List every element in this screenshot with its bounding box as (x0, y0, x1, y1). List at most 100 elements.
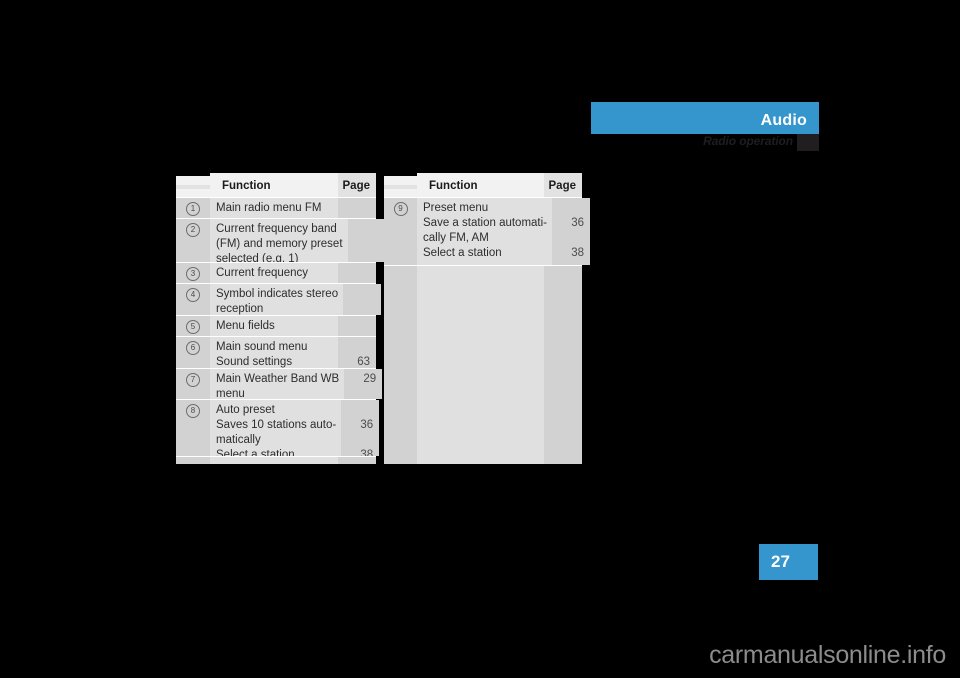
section-thumb-marker (797, 134, 819, 151)
row-page-cell: 36 38 (552, 198, 591, 265)
table-row: 4 Symbol indicates stereo reception (176, 283, 382, 315)
function-line: cally FM, AM (423, 232, 489, 244)
row-index-cell: 6 (176, 336, 210, 368)
filler-index-cell (384, 266, 417, 464)
circled-number-icon: 6 (186, 340, 200, 355)
row-index-cell: 7 (176, 368, 210, 400)
page-reference: 36 (360, 419, 374, 432)
function-line: Select a station (423, 247, 502, 259)
function-line: (FM) and memory preset (216, 238, 343, 250)
function-line: Preset menu (423, 202, 489, 214)
row-function-cell: Main Weather Band WB menu (210, 368, 345, 400)
row-page-cell (347, 219, 386, 263)
row-page-cell: 36 38 (341, 400, 380, 461)
row-page-cell (343, 284, 382, 315)
page-reference: 36 (571, 217, 585, 229)
page-line-empty (552, 201, 584, 216)
page-title: Audio (760, 112, 807, 129)
filler-page-cell (544, 266, 582, 464)
page-line-empty (341, 403, 373, 418)
circled-number-icon: 5 (186, 319, 200, 334)
function-line: Saves 10 stations auto- (216, 419, 337, 432)
page-number-badge: 27 (759, 544, 818, 580)
circled-number-icon: 4 (186, 288, 200, 303)
column-header-index (176, 184, 210, 189)
table-header-row: Function Page (384, 172, 582, 201)
table-row: 1 Main radio menu FM (176, 197, 376, 218)
table-header-row: Function Page (176, 172, 376, 201)
page-line-empty (348, 237, 380, 252)
section-subtitle: Radio operation (591, 134, 819, 151)
table-filler (176, 455, 376, 464)
function-line: Auto preset (216, 404, 275, 417)
function-line: Symbol indicates stereo (216, 288, 339, 301)
row-index-cell: 5 (176, 315, 210, 336)
filler-page-cell (338, 456, 376, 464)
row-function-cell: Auto preset Saves 10 stations auto-matica… (210, 400, 342, 461)
table-row: 7 Main Weather Band WB menu 29 (176, 367, 383, 400)
table-row: 3 Current frequency (176, 262, 376, 284)
reference-table-right: Function Page 9 Preset menu Save a station a… (384, 172, 591, 464)
function-line: Current frequency (216, 267, 309, 280)
row-index-cell: 9 (384, 198, 417, 265)
circled-number-icon: 9 (393, 202, 408, 216)
function-line: Main Weather Band WB (216, 372, 340, 385)
circled-number-icon: 2 (186, 223, 200, 237)
audio-header-band: Audio (591, 102, 819, 134)
function-line: Main sound menu (216, 340, 308, 353)
table-row: 2 Current frequency band (FM) and memory p… (176, 218, 386, 265)
row-function-cell: Main sound menu Sound settings (210, 336, 338, 368)
row-function-cell: Symbol indicates stereo reception (210, 284, 344, 315)
row-page-cell (338, 263, 376, 284)
column-header-page-label: Page (548, 179, 577, 192)
watermark: carmanualsonline.info (709, 641, 946, 669)
filler-index-cell (176, 456, 210, 464)
table-row: 8 Auto preset Saves 10 stations auto-matic… (176, 399, 380, 461)
row-index-cell: 4 (176, 284, 210, 315)
circled-number-icon: 3 (186, 267, 200, 282)
row-index-cell: 3 (176, 263, 210, 284)
page-line-empty (338, 319, 370, 334)
page-line-empty (338, 340, 370, 355)
function-line: matically (216, 434, 261, 447)
row-function-cell: Preset menu Save a station automati-cally… (417, 198, 553, 265)
page-line-empty (341, 433, 373, 448)
circled-number-icon: 8 (186, 404, 200, 419)
page-line-empty (343, 287, 375, 302)
row-index-cell: 2 (176, 219, 210, 263)
circled-number-icon: 7 (186, 372, 200, 387)
function-line: Save a station automati- (423, 217, 548, 229)
row-page-cell: 63 (338, 336, 376, 368)
page-line-empty (338, 266, 370, 281)
filler-function-cell (210, 456, 338, 464)
row-page-cell (338, 315, 376, 336)
page-line-empty (552, 231, 584, 246)
column-header-function-label: Function (429, 179, 478, 192)
section-subtitle-label: Radio operation (703, 134, 793, 148)
function-line: Menu fields (216, 319, 275, 332)
circled-number-icon: 1 (186, 202, 200, 216)
column-header-page-label: Page (342, 179, 371, 192)
table-row: 9 Preset menu Save a station automati-call… (384, 197, 591, 265)
reference-table-left: Function Page 1 Main radio menu FM 2 Current… (176, 172, 386, 464)
table-body: Function Page 1 Main radio menu FM 2 Current… (176, 172, 386, 464)
row-page-cell (338, 198, 376, 218)
row-function-cell: Current frequency band (FM) and memory pr… (210, 219, 348, 265)
row-index-cell: 8 (176, 400, 210, 456)
page-reference: 38 (571, 247, 585, 259)
table-body: Function Page 9 Preset menu Save a station a… (384, 172, 591, 464)
page-line-empty (348, 222, 380, 237)
filler-function-cell (417, 266, 544, 464)
page-number: 27 (771, 552, 790, 571)
page-reference: 29 (363, 372, 377, 385)
row-page-cell: 29 (344, 368, 383, 400)
table-filler (384, 265, 582, 464)
row-index-cell: 1 (176, 198, 210, 218)
column-header-function-label: Function (222, 179, 271, 192)
function-line: Current frequency band (216, 223, 337, 235)
function-line: Main radio menu FM (216, 202, 322, 214)
table-row: 6 Main sound menu Sound settings 63 (176, 335, 376, 368)
row-function-cell: Main radio menu FM (210, 198, 338, 218)
column-header-index (384, 184, 417, 189)
row-function-cell: Menu fields (210, 315, 338, 336)
